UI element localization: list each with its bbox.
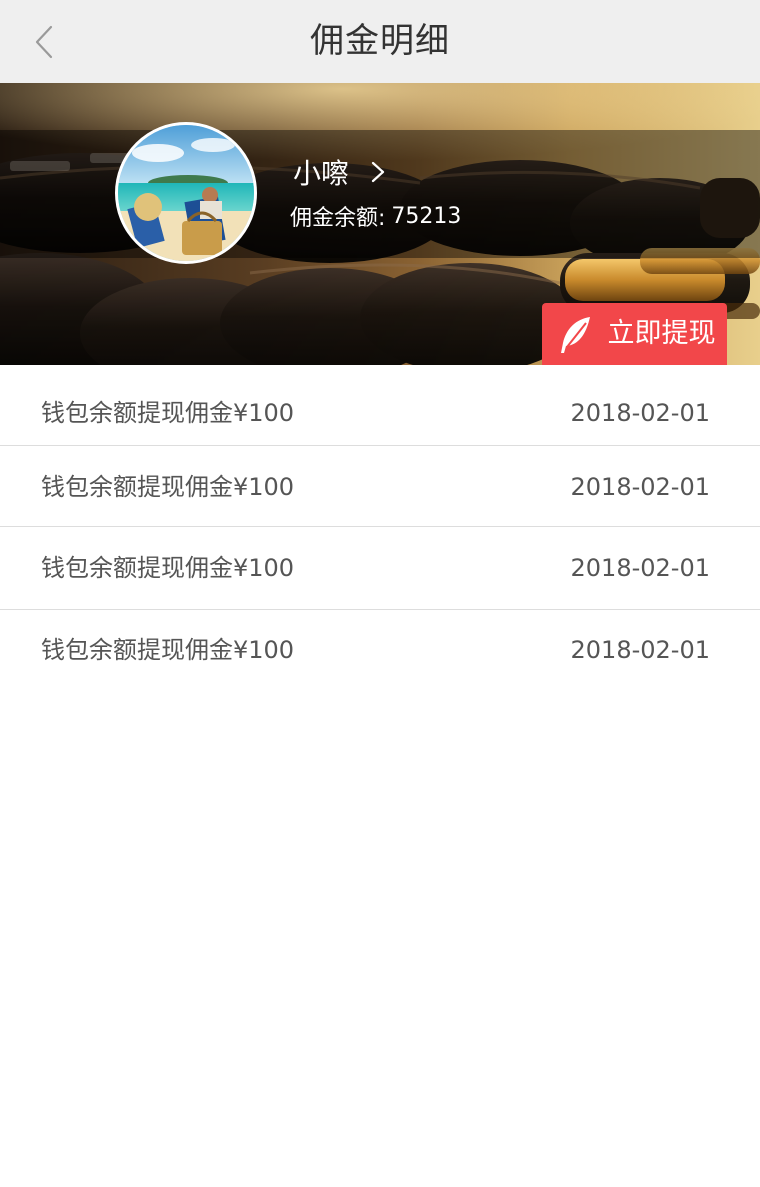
- feather-icon: [561, 317, 590, 353]
- avatar[interactable]: [115, 122, 257, 264]
- chevron-right-icon: [371, 161, 385, 183]
- list-item[interactable]: 钱包余额提现佣金¥100 2018-02-01: [0, 610, 760, 690]
- withdraw-button[interactable]: 立即提现: [542, 303, 727, 365]
- commission-record-list: 钱包余额提现佣金¥100 2018-02-01 钱包余额提现佣金¥100 201…: [0, 365, 760, 690]
- balance-label: 佣金余额:: [290, 206, 386, 231]
- list-item[interactable]: 钱包余额提现佣金¥100 2018-02-01: [0, 527, 760, 610]
- record-description: 钱包余额提现佣金¥100: [41, 554, 295, 582]
- beach-avatar-image: [118, 125, 254, 261]
- withdraw-label: 立即提现: [607, 318, 716, 349]
- user-name: 小嚓: [293, 157, 350, 190]
- record-date: 2018-02-01: [570, 399, 710, 427]
- user-name-link[interactable]: 小嚓: [293, 150, 385, 194]
- record-date: 2018-02-01: [570, 554, 710, 582]
- list-item[interactable]: 钱包余额提现佣金¥100 2018-02-01: [0, 365, 760, 446]
- record-date: 2018-02-01: [570, 473, 710, 501]
- nav-bar: 佣金明细: [0, 0, 760, 83]
- balance-value: 75213: [391, 203, 462, 229]
- page-title: 佣金明细: [310, 21, 450, 61]
- record-description: 钱包余额提现佣金¥100: [41, 636, 295, 664]
- commission-balance: 佣金余额: 75213: [290, 198, 461, 234]
- list-item[interactable]: 钱包余额提现佣金¥100 2018-02-01: [0, 446, 760, 527]
- record-description: 钱包余额提现佣金¥100: [41, 473, 295, 501]
- record-date: 2018-02-01: [570, 636, 710, 664]
- record-description: 钱包余额提现佣金¥100: [41, 399, 295, 427]
